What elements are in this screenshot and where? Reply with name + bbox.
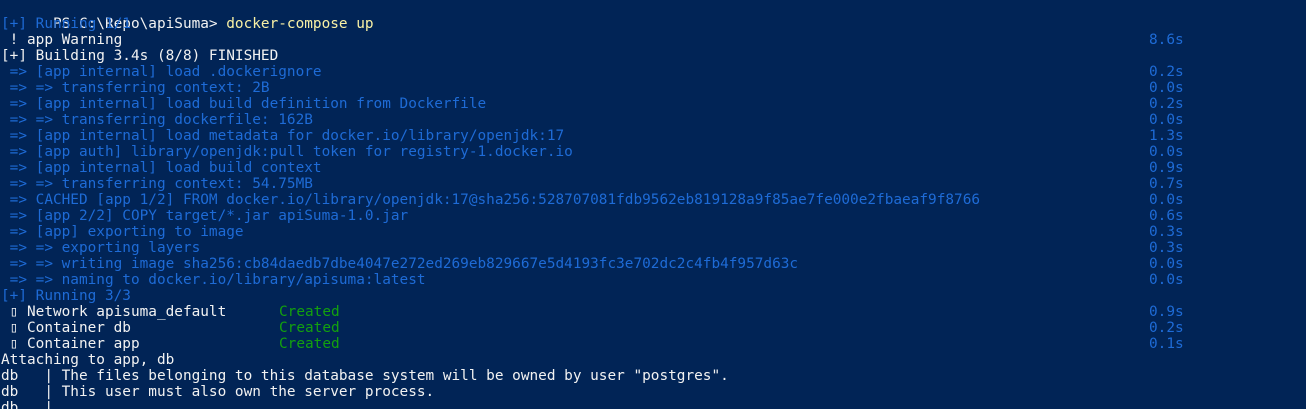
output-text: => => transferring context: 2B — [1, 80, 270, 96]
running-header-1: [+] Running 1/1 — [0, 16, 1306, 32]
output-text: => [app auth] library/openjdk:pull token… — [1, 144, 573, 160]
duration: 0.2s — [1149, 96, 1184, 112]
build-step: => [app] exporting to image 0.3s — [0, 224, 1306, 240]
duration: 0.0s — [1149, 112, 1184, 128]
running-header-2: [+] Running 3/3 — [0, 288, 1306, 304]
attach-line: Attaching to app, db — [0, 352, 1306, 368]
prompt-line: PS C:\Repo\apiSuma> docker-compose up — [0, 0, 1306, 32]
terminal-window[interactable]: PS C:\Repo\apiSuma> docker-compose up [+… — [0, 0, 1306, 409]
build-step: => => transferring context: 54.75MB 0.7s — [0, 176, 1306, 192]
build-step: => => naming to docker.io/library/apisum… — [0, 272, 1306, 288]
duration: 0.9s — [1149, 160, 1184, 176]
duration: 0.7s — [1149, 176, 1184, 192]
build-step: => => exporting layers 0.3s — [0, 240, 1306, 256]
build-step: => [app internal] load .dockerignore 0.2… — [0, 64, 1306, 80]
status-created: Created — [279, 336, 340, 352]
output-text: [+] Running 1/1 — [1, 16, 131, 32]
output-text: Attaching to app, db — [1, 352, 175, 368]
build-step: => [app internal] load build definition … — [0, 96, 1306, 112]
output-text: => => exporting layers — [1, 240, 201, 256]
warning-line: ! app Warning 8.6s — [0, 32, 1306, 48]
duration: 0.0s — [1149, 144, 1184, 160]
output-text: => [app internal] load .dockerignore — [1, 64, 322, 80]
duration: 0.9s — [1149, 304, 1184, 320]
output-text: [+] Building 3.4s (8/8) FINISHED — [1, 48, 279, 64]
output-text: => CACHED [app 1/2] FROM docker.io/libra… — [1, 192, 981, 208]
duration: 1.3s — [1149, 128, 1184, 144]
output-text: => [app internal] load metadata for dock… — [1, 128, 565, 144]
build-step: => => writing image sha256:cb84daedb7dbe… — [0, 256, 1306, 272]
duration: 0.0s — [1149, 256, 1184, 272]
build-step: => CACHED [app 1/2] FROM docker.io/libra… — [0, 192, 1306, 208]
db-log-line: db | The files belonging to this databas… — [0, 368, 1306, 384]
output-text: => => transferring context: 54.75MB — [1, 176, 313, 192]
output-text: => [app internal] load build definition … — [1, 96, 487, 112]
duration: 8.6s — [1149, 32, 1184, 48]
resource-line: ▯ Container db Created 0.2s — [0, 320, 1306, 336]
output-text: db | The files belonging to this databas… — [1, 368, 729, 384]
duration: 0.0s — [1149, 192, 1184, 208]
output-text: ! app Warning — [1, 32, 123, 48]
duration: 0.2s — [1149, 320, 1184, 336]
build-step: => => transferring dockerfile: 162B 0.0s — [0, 112, 1306, 128]
output-text: => => naming to docker.io/library/apisum… — [1, 272, 426, 288]
output-text: => [app 2/2] COPY target/*.jar apiSuma-1… — [1, 208, 409, 224]
db-log-line: db | — [0, 400, 1306, 409]
db-log-line: db | This user must also own the server … — [0, 384, 1306, 400]
build-step: => [app internal] load metadata for dock… — [0, 128, 1306, 144]
status-created: Created — [279, 304, 340, 320]
duration: 0.2s — [1149, 64, 1184, 80]
duration: 0.1s — [1149, 336, 1184, 352]
output-text: => [app internal] load build context — [1, 160, 322, 176]
build-step: => [app auth] library/openjdk:pull token… — [0, 144, 1306, 160]
output-text: => [app] exporting to image — [1, 224, 244, 240]
duration: 0.6s — [1149, 208, 1184, 224]
output-text: => => transferring dockerfile: 162B — [1, 112, 313, 128]
build-step: => [app 2/2] COPY target/*.jar apiSuma-1… — [0, 208, 1306, 224]
resource-name: ▯ Container app — [1, 336, 140, 352]
duration: 0.3s — [1149, 224, 1184, 240]
building-header: [+] Building 3.4s (8/8) FINISHED — [0, 48, 1306, 64]
build-step: => [app internal] load build context 0.9… — [0, 160, 1306, 176]
build-step: => => transferring context: 2B 0.0s — [0, 80, 1306, 96]
output-text: => => writing image sha256:cb84daedb7dbe… — [1, 256, 799, 272]
status-created: Created — [279, 320, 340, 336]
output-text: [+] Running 3/3 — [1, 288, 131, 304]
output-text: db | — [1, 400, 53, 409]
resource-name: ▯ Network apisuma_default — [1, 304, 227, 320]
duration: 0.0s — [1149, 272, 1184, 288]
resource-line: ▯ Container app Created 0.1s — [0, 336, 1306, 352]
duration: 0.0s — [1149, 80, 1184, 96]
output-text: db | This user must also own the server … — [1, 384, 435, 400]
resource-line: ▯ Network apisuma_default Created 0.9s — [0, 304, 1306, 320]
duration: 0.3s — [1149, 240, 1184, 256]
resource-name: ▯ Container db — [1, 320, 131, 336]
